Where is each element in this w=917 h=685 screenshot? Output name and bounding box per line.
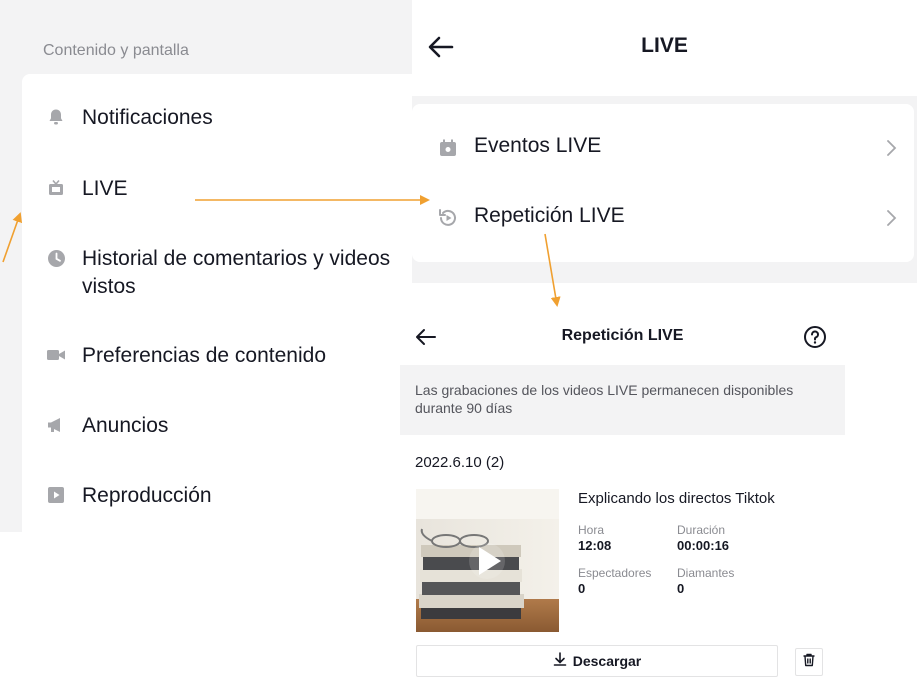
replay-icon — [436, 206, 460, 230]
live-replay-screen: Repetición LIVE Las grabaciones de los v… — [400, 305, 845, 685]
settings-item-label: Historial de comentarios y videos vistos — [82, 247, 391, 298]
stat-diamonds: Diamantes 0 — [677, 566, 734, 597]
stat-value: 00:00:16 — [677, 538, 730, 553]
calendar-event-icon — [436, 136, 460, 160]
trash-icon — [802, 653, 816, 672]
video-title: Explicando los directos Tiktok — [578, 490, 775, 507]
live-row-events[interactable]: Eventos LIVE — [412, 118, 914, 178]
stat-value: 0 — [677, 581, 685, 596]
live-row-replay[interactable]: Repetición LIVE — [412, 188, 914, 248]
settings-item-label: Reproducción — [82, 484, 212, 507]
settings-item-label: LIVE — [82, 177, 128, 200]
bell-icon — [46, 107, 66, 127]
date-group-header: 2022.6.10 (2) — [415, 454, 505, 471]
settings-item-history[interactable]: Historial de comentarios y videos vistos — [22, 245, 412, 305]
chevron-right-icon — [884, 138, 898, 158]
download-label: Descargar — [572, 653, 642, 669]
settings-item-content-preferences[interactable]: Preferencias de contenido — [22, 342, 412, 374]
live-row-label: Eventos LIVE — [474, 134, 602, 157]
retention-notice-text: Las grabaciones de los videos LIVE perma… — [415, 382, 794, 416]
chevron-right-icon — [884, 208, 898, 228]
live-tv-icon — [46, 178, 66, 198]
stat-value: 12:08 — [578, 538, 612, 553]
settings-item-notifications[interactable]: Notificaciones — [22, 104, 412, 136]
stat-value: 0 — [578, 581, 586, 596]
video-thumbnail[interactable] — [416, 489, 559, 632]
settings-item-label: Preferencias de contenido — [82, 344, 326, 367]
help-icon[interactable] — [803, 325, 827, 349]
settings-item-label: Anuncios — [82, 414, 169, 437]
stat-label: Diamantes — [677, 566, 735, 580]
settings-item-ads[interactable]: Anuncios — [22, 412, 412, 444]
video-camera-icon — [46, 345, 66, 365]
stat-label: Hora — [578, 523, 605, 537]
live-settings-screen: LIVE Eventos LIVE Repetición LIVE — [412, 0, 917, 283]
stat-label: Espectadores — [578, 566, 652, 580]
settings-item-label: Notificaciones — [82, 106, 213, 129]
retention-notice: Las grabaciones de los videos LIVE perma… — [400, 365, 845, 435]
settings-list: Notificaciones LIVE Historial de comenta… — [22, 74, 412, 532]
play-square-icon — [46, 485, 66, 505]
delete-button[interactable] — [795, 648, 823, 676]
clock-icon — [46, 248, 66, 268]
download-icon — [553, 651, 567, 671]
top-bar: LIVE — [412, 0, 917, 96]
stat-label: Duración — [677, 523, 726, 537]
live-row-label: Repetición LIVE — [474, 204, 625, 227]
page-title: Repetición LIVE — [561, 327, 684, 344]
page-title: LIVE — [641, 34, 688, 57]
stat-time: Hora 12:08 — [578, 523, 611, 554]
settings-item-playback[interactable]: Reproducción — [22, 482, 412, 514]
stat-viewers: Espectadores 0 — [578, 566, 651, 597]
settings-item-live[interactable]: LIVE — [22, 175, 412, 207]
content-display-screen: Contenido y pantalla Notificaciones LIVE… — [0, 0, 412, 532]
download-button[interactable]: Descargar — [416, 645, 778, 677]
section-header: Contenido y pantalla — [43, 42, 189, 59]
stat-duration: Duración 00:00:16 — [677, 523, 729, 554]
live-options-list: Eventos LIVE Repetición LIVE — [412, 104, 914, 262]
megaphone-icon — [46, 415, 66, 435]
